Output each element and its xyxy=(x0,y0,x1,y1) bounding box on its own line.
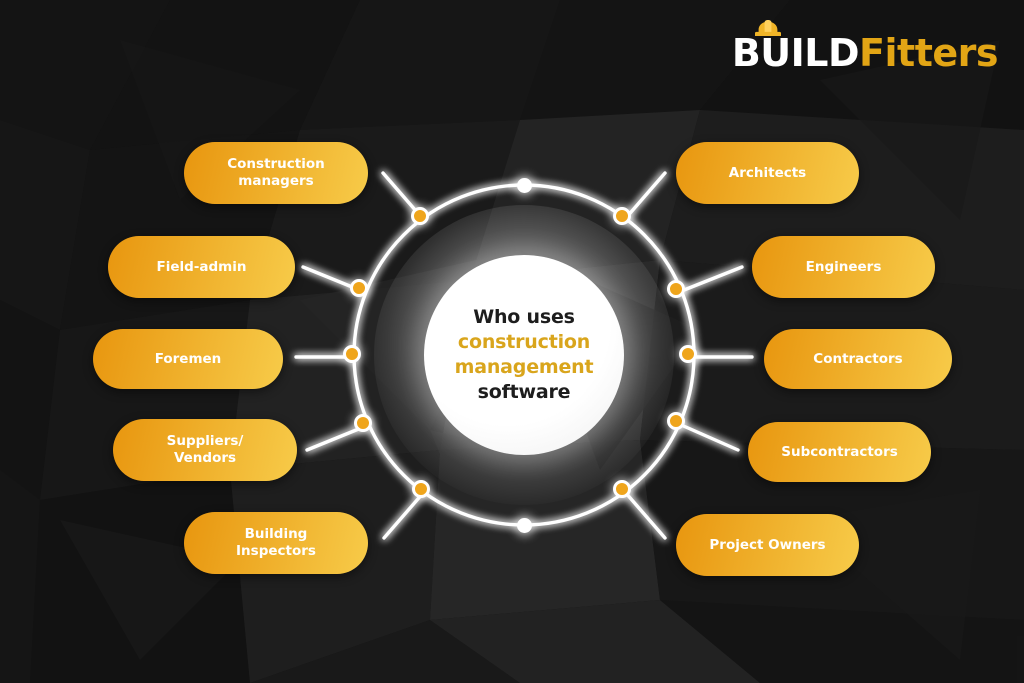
pill-label-project-owners: Project Owners xyxy=(694,537,841,554)
pill-engineers[interactable]: Engineers xyxy=(752,236,935,298)
pill-label-subcontractors: Subcontractors xyxy=(766,444,913,461)
pill-label-line1: Construction xyxy=(227,156,325,172)
spoke-node-ar xyxy=(623,171,667,221)
spoke-node-fa xyxy=(301,265,364,293)
center-line-1: Who uses xyxy=(473,306,575,328)
pill-project-owners[interactable]: Project Owners xyxy=(676,514,859,576)
center-line-2: construction xyxy=(457,331,591,353)
pill-label-line1: Foremen xyxy=(154,350,222,367)
pill-label-line1: Building xyxy=(244,526,308,542)
pill-label-engineers: Engineers xyxy=(770,259,917,276)
node-ar xyxy=(613,207,631,225)
radial-diagram: Who uses construction management softwar… xyxy=(0,0,1024,683)
center-hub: Who uses construction management softwar… xyxy=(424,255,624,455)
pill-label-line2: managers xyxy=(238,173,314,189)
pill-label-line1: Architects xyxy=(728,164,807,181)
pill-label-line1: Field-admin xyxy=(156,258,247,275)
node-bottom xyxy=(516,517,532,533)
spoke-node-cm xyxy=(381,171,425,221)
node-en xyxy=(667,280,685,298)
pill-label-line1: Suppliers/ xyxy=(166,433,244,449)
node-fa xyxy=(350,279,368,297)
pill-label-suppliers-vendors: Suppliers/Vendors xyxy=(131,433,279,467)
logo-text-fitters: Fitters xyxy=(859,31,998,75)
pill-label-line1: Project Owners xyxy=(709,536,826,553)
center-line-3: management xyxy=(454,356,594,378)
pill-label-contractors: Contractors xyxy=(782,351,934,368)
pill-label-line1: Contractors xyxy=(813,350,903,367)
pill-building-inspectors[interactable]: Building Inspectors xyxy=(184,512,368,574)
node-bi xyxy=(412,480,430,498)
pill-suppliers-vendors[interactable]: Suppliers/Vendors xyxy=(113,419,297,481)
pill-label-line1: Engineers xyxy=(805,258,882,275)
spoke-node-sv xyxy=(305,424,368,452)
logo-text-build: BUILD xyxy=(731,31,860,75)
pill-label-architects: Architects xyxy=(694,165,841,182)
center-line-4: software xyxy=(477,381,571,403)
pill-label-construction-managers: Construction managers xyxy=(202,156,350,190)
pill-label-field-admin: Field-admin xyxy=(126,259,277,276)
hard-hat-icon xyxy=(754,20,781,36)
node-sc xyxy=(667,412,685,430)
node-cm xyxy=(411,207,429,225)
pill-label-foremen: Foremen xyxy=(111,351,265,368)
brand-logo: BUILD Fitters xyxy=(731,20,998,76)
pill-construction-managers[interactable]: Construction managers xyxy=(184,142,368,204)
spoke-node-po xyxy=(623,490,667,540)
node-co xyxy=(679,345,697,363)
pill-architects[interactable]: Architects xyxy=(676,142,859,204)
pill-subcontractors[interactable]: Subcontractors xyxy=(748,422,931,482)
pill-contractors[interactable]: Contractors xyxy=(764,329,952,389)
pill-label-building-inspectors: Building Inspectors xyxy=(202,526,350,560)
node-sv xyxy=(354,414,372,432)
spoke-node-en xyxy=(677,265,744,294)
pill-label-line2: Inspectors xyxy=(236,543,316,559)
pill-label-line1: Subcontractors xyxy=(781,443,898,460)
node-po xyxy=(613,480,631,498)
node-fm xyxy=(343,345,361,363)
pill-label-line2: Vendors xyxy=(173,450,237,466)
node-top xyxy=(516,177,532,193)
pill-foremen[interactable]: Foremen xyxy=(93,329,283,389)
spoke-node-sc xyxy=(677,422,740,452)
pill-field-admin[interactable]: Field-admin xyxy=(108,236,295,298)
spoke-node-bi xyxy=(382,490,426,540)
infographic-canvas: BUILD Fitters Who uses construction mana… xyxy=(0,0,1024,683)
